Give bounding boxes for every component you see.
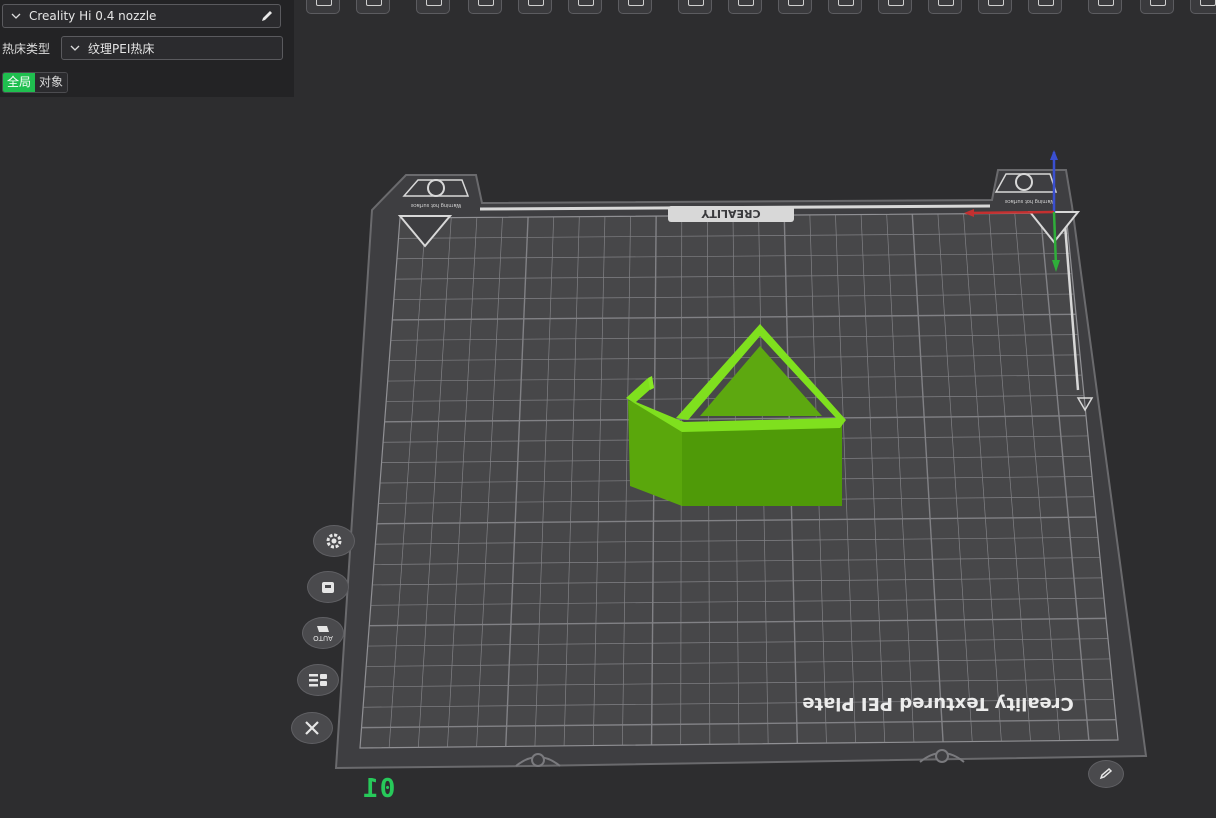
gear-icon (738, 0, 754, 6)
toolbar-text-button[interactable] (1088, 0, 1122, 14)
edit-printer-button[interactable] (253, 4, 281, 28)
plate-settings-button[interactable] (313, 525, 355, 557)
toolbar-plate-button[interactable] (568, 0, 602, 14)
plate-number: 01 (362, 774, 396, 804)
close-icon (305, 721, 319, 735)
plate-brand-text: CREALITY (700, 207, 760, 220)
plate-lock-icon (322, 582, 334, 593)
cut-icon (938, 0, 954, 6)
grid-icon (366, 0, 382, 6)
pencil-icon (1099, 767, 1113, 780)
warning-text-left: Warning hot surface (411, 202, 461, 208)
orient-icon (426, 0, 442, 6)
top-toolbar (300, 0, 1216, 16)
plate-layout-button[interactable] (297, 664, 339, 696)
toolbar-scale-button[interactable] (878, 0, 912, 14)
remove-plate-button[interactable] (291, 712, 333, 744)
rotate-icon (838, 0, 854, 6)
auto-arrange-button[interactable]: AUTO (302, 617, 344, 649)
settings-icon (326, 533, 342, 549)
scope-object-tab[interactable]: 对象 (35, 73, 68, 92)
arrange-icon (478, 0, 494, 6)
layer-icon (628, 0, 644, 6)
toolbar-layer-button[interactable] (618, 0, 652, 14)
measure-icon (1150, 0, 1166, 6)
plate-caption: Creality Textured PEI Plate (802, 693, 1074, 714)
toolbar-split-button[interactable] (678, 0, 712, 14)
plate-icon (578, 0, 594, 6)
toolbar-rotate-button[interactable] (828, 0, 862, 14)
pencil-icon (261, 11, 272, 21)
cube-icon (316, 0, 332, 6)
split-icon (688, 0, 704, 6)
plate-edit-button[interactable] (1088, 760, 1124, 788)
toolbar-add-cube-button[interactable] (306, 0, 340, 14)
scale-icon (888, 0, 904, 6)
auto-arrange-icon: AUTO (313, 626, 333, 642)
chevron-down-icon (11, 11, 21, 21)
toolbar-more-button[interactable] (1190, 0, 1216, 14)
support-icon (988, 0, 1004, 6)
text-icon (1098, 0, 1114, 6)
printer-select-value: Creality Hi 0.4 nozzle (29, 9, 157, 23)
toolbar-move-button[interactable] (778, 0, 812, 14)
scope-global-tab[interactable]: 全局 (3, 73, 36, 92)
toolbar-slice-button[interactable] (518, 0, 552, 14)
seam-icon (1038, 0, 1054, 6)
slice-icon (528, 0, 544, 6)
move-icon (788, 0, 804, 6)
toolbar-cut-button[interactable] (928, 0, 962, 14)
settings-panel: Creality Hi 0.4 nozzle 热床类型 纹理PEI热床 全局 对… (0, 0, 294, 97)
scope-toggle: 全局 对象 (2, 72, 69, 93)
printer-select[interactable]: Creality Hi 0.4 nozzle (2, 4, 254, 28)
warning-text-right: Warning hot surface (1005, 198, 1055, 204)
lock-plate-button[interactable] (307, 571, 349, 603)
viewport-3d[interactable]: CREALITY Warning hot surface Warning hot… (0, 0, 1216, 818)
bed-type-label: 热床类型 (2, 42, 51, 56)
toolbar-grid-button[interactable] (356, 0, 390, 14)
more-icon (1200, 0, 1216, 6)
chevron-down-icon (70, 43, 80, 53)
toolbar-measure-button[interactable] (1140, 0, 1174, 14)
layout-icon (309, 674, 327, 687)
toolbar-settings-button[interactable] (728, 0, 762, 14)
toolbar-arrange-button[interactable] (468, 0, 502, 14)
toolbar-support-button[interactable] (978, 0, 1012, 14)
toolbar-seam-button[interactable] (1028, 0, 1062, 14)
auto-label: AUTO (313, 634, 333, 642)
toolbar-orient-button[interactable] (416, 0, 450, 14)
bed-type-value: 纹理PEI热床 (88, 41, 155, 56)
bed-type-select[interactable]: 纹理PEI热床 (61, 36, 283, 60)
